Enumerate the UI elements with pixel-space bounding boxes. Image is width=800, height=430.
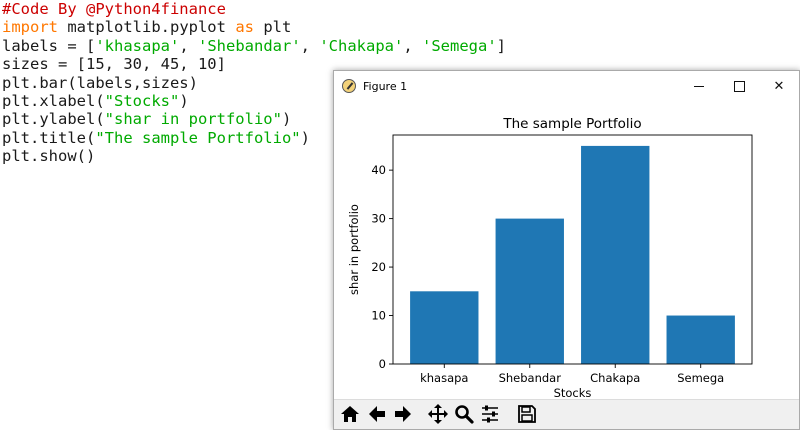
- minimize-button[interactable]: [679, 71, 719, 102]
- code-token: 'Shebandar': [198, 36, 301, 55]
- minimize-icon: [694, 86, 704, 87]
- navigation-toolbar: [334, 399, 799, 429]
- code-token: plt: [253, 18, 292, 37]
- y-tick-label: 30: [371, 212, 386, 226]
- configure-subplots-icon: [482, 405, 498, 423]
- maximize-button[interactable]: [719, 71, 759, 102]
- code-token: labels = [: [2, 36, 96, 55]
- y-tick-label: 40: [371, 163, 386, 177]
- figure-window: Figure 1 ✕ 0 10 20 30 40 khasapa Shebandar Chak…: [333, 70, 800, 430]
- bar: [410, 291, 479, 364]
- code-line: import matplotlib.pyplot as plt: [2, 18, 506, 36]
- home-button[interactable]: [338, 402, 362, 426]
- code-token: ): [281, 110, 292, 129]
- close-icon: ✕: [773, 79, 785, 94]
- y-axis-label: shar in portfolio: [347, 204, 361, 295]
- code-token: plt.title(: [2, 128, 96, 147]
- bar: [495, 218, 564, 364]
- pan-button[interactable]: [426, 402, 450, 426]
- zoom-icon: [455, 405, 474, 424]
- back-button[interactable]: [365, 402, 389, 426]
- x-tick-label: Chakapa: [590, 371, 640, 385]
- home-icon: [341, 406, 359, 422]
- code-token: ,: [300, 36, 320, 55]
- code-token: as: [235, 18, 254, 37]
- x-axis-label: Stocks: [554, 386, 592, 399]
- forward-arrow-icon: [395, 406, 411, 422]
- code-token: 'Semega': [422, 36, 497, 55]
- x-tick-label: Shebandar: [499, 371, 562, 385]
- code-token: ): [179, 91, 189, 110]
- bar: [666, 315, 735, 364]
- bar-chart: 0 10 20 30 40 khasapa Shebandar Chakapa Semega Th…: [347, 116, 753, 399]
- save-icon: [518, 405, 536, 423]
- y-tick-label: 10: [371, 309, 386, 323]
- configure-subplots-button[interactable]: [478, 402, 502, 426]
- code-token: matplotlib.pyplot: [58, 18, 236, 37]
- x-tick-label: Semega: [677, 371, 724, 385]
- pan-icon: [428, 404, 448, 424]
- code-token: #Code By @Python4finance: [2, 0, 226, 18]
- window-title: Figure 1: [363, 80, 408, 93]
- code-token: "shar in portfolio": [104, 110, 282, 129]
- plot-canvas[interactable]: 0 10 20 30 40 khasapa Shebandar Chakapa Semega Th…: [334, 102, 799, 399]
- y-tick-label: 0: [379, 357, 386, 371]
- code-token: 'Chakapa': [319, 36, 404, 55]
- chart-title: The sample Portfolio: [502, 116, 641, 132]
- bar: [581, 145, 650, 364]
- code-token: 'khasapa': [95, 36, 180, 55]
- matplotlib-figure-icon: [342, 79, 356, 93]
- x-tick-label: khasapa: [420, 371, 468, 385]
- code-token: plt.xlabel(: [2, 91, 105, 110]
- window-titlebar[interactable]: Figure 1 ✕: [334, 71, 799, 102]
- back-arrow-icon: [369, 406, 385, 422]
- code-token: ,: [403, 36, 422, 55]
- code-token: sizes = [15, 30, 45, 10]: [2, 55, 226, 74]
- code-token: plt.ylabel(: [2, 110, 105, 129]
- maximize-icon: [733, 81, 745, 92]
- code-line: #Code By @Python4finance: [2, 0, 506, 18]
- y-tick-label: 20: [371, 260, 386, 274]
- code-token: plt.show(): [2, 147, 96, 166]
- code-token: ]: [496, 36, 506, 55]
- code-token: ,: [179, 36, 198, 55]
- code-token: plt.bar(labels,sizes): [2, 73, 198, 92]
- close-button[interactable]: ✕: [759, 71, 799, 102]
- code-line: labels = ['khasapa', 'Shebandar', 'Chaka…: [2, 37, 506, 55]
- code-token: "The sample Portfolio": [95, 128, 301, 147]
- forward-button[interactable]: [391, 402, 415, 426]
- save-button[interactable]: [515, 402, 539, 426]
- code-token: "Stocks": [104, 91, 180, 110]
- code-token: import: [2, 18, 58, 37]
- code-token: ): [300, 128, 310, 147]
- zoom-button[interactable]: [452, 402, 476, 426]
